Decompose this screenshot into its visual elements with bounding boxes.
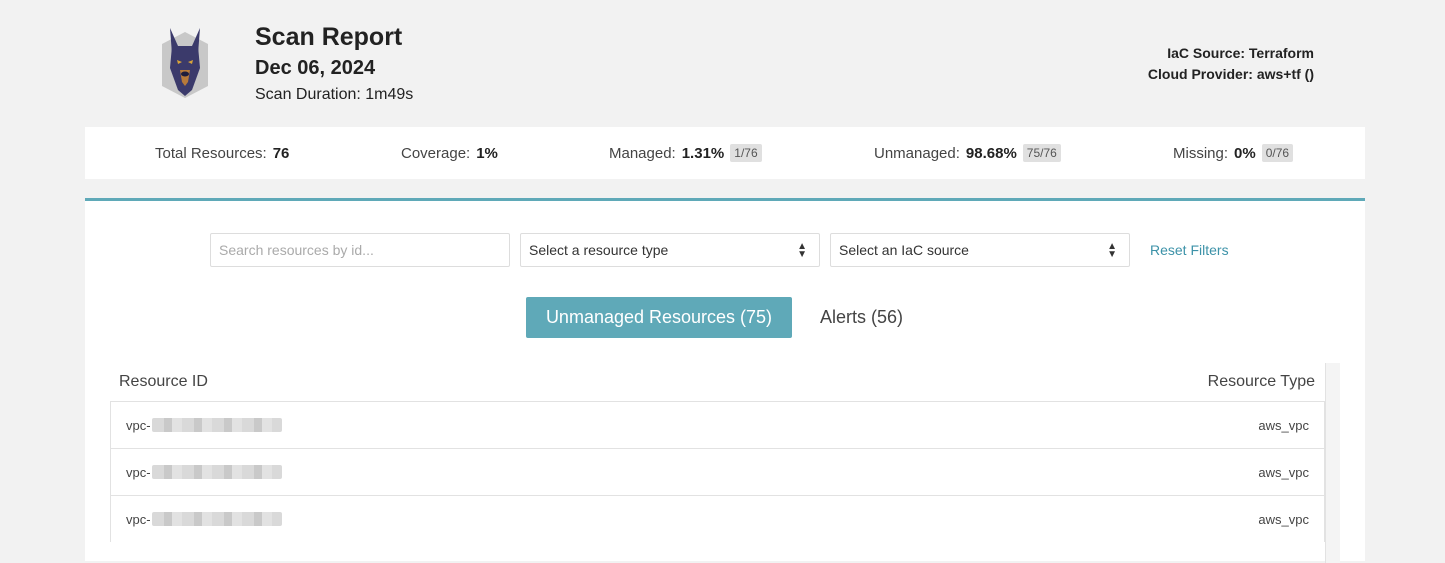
- column-header-resource-id[interactable]: Resource ID: [119, 373, 208, 391]
- stat-value: 76: [272, 144, 290, 162]
- stat-label: Managed:: [609, 144, 676, 162]
- tab-unmanaged-resources[interactable]: Unmanaged Resources (75): [526, 297, 792, 338]
- resources-table: Resource ID Resource Type vpc- aws_vpc v…: [110, 363, 1340, 563]
- resource-type-select[interactable]: Select a resource type ▲ ▼: [520, 233, 820, 267]
- redacted-id: [151, 512, 282, 526]
- page-title: Scan Report: [255, 23, 403, 51]
- resource-id-prefix: vpc-: [126, 417, 151, 433]
- stat-value: 1.31%: [681, 144, 725, 162]
- stat-managed: Managed: 1.31% 1/76: [609, 127, 762, 179]
- stat-label: Missing:: [1173, 144, 1229, 162]
- column-header-resource-type[interactable]: Resource Type: [1208, 373, 1315, 391]
- stat-missing: Missing: 0% 0/76: [1173, 127, 1294, 179]
- table-scrollbar[interactable]: [1325, 363, 1340, 563]
- stat-badge: 1/76: [730, 144, 762, 162]
- stat-value: 0%: [1234, 144, 1256, 162]
- table-header: Resource ID Resource Type: [110, 363, 1325, 401]
- redacted-id: [151, 465, 282, 479]
- search-input[interactable]: Search resources by id...: [210, 233, 510, 267]
- table-row[interactable]: vpc- aws_vpc: [110, 495, 1325, 542]
- cloud-provider-label: Cloud Provider: aws+tf (): [1147, 66, 1314, 82]
- iac-source-select[interactable]: Select an IaC source ▲ ▼: [830, 233, 1130, 267]
- stat-label: Unmanaged:: [874, 144, 960, 162]
- stat-label: Coverage:: [401, 144, 471, 162]
- stat-badge: 0/76: [1261, 144, 1294, 162]
- doberman-logo-icon: [158, 24, 212, 102]
- table-row[interactable]: vpc- aws_vpc: [110, 448, 1325, 495]
- scan-meta: IaC Source: Terraform Cloud Provider: aw…: [1148, 43, 1314, 85]
- redacted-id: [151, 418, 282, 432]
- scan-date: Dec 06, 2024: [255, 57, 376, 79]
- resource-id-cell: vpc-: [126, 465, 282, 480]
- report-header: Scan Report Dec 06, 2024 Scan Duration: …: [0, 0, 1445, 120]
- tab-alerts[interactable]: Alerts (56): [807, 297, 916, 338]
- stat-value: 98.68%: [965, 144, 1017, 162]
- table-row[interactable]: vpc- aws_vpc: [110, 401, 1325, 448]
- stat-value: 1%: [476, 144, 498, 162]
- stat-badge: 75/76: [1022, 144, 1061, 162]
- resource-id-prefix: vpc-: [126, 511, 151, 527]
- resource-type-cell: aws_vpc: [1258, 417, 1309, 433]
- iac-source-label: IaC Source: Terraform: [1167, 45, 1314, 61]
- resource-id-cell: vpc-: [126, 418, 282, 433]
- reset-filters-link[interactable]: Reset Filters: [1150, 242, 1229, 258]
- sort-arrows-icon: ▲ ▼: [1107, 241, 1117, 260]
- scan-duration: Scan Duration: 1m49s: [255, 86, 414, 103]
- stat-unmanaged: Unmanaged: 98.68% 75/76: [874, 127, 1061, 179]
- iac-source-select-value: Select an IaC source: [839, 242, 969, 258]
- resource-type-cell: aws_vpc: [1258, 464, 1309, 480]
- sort-arrows-icon: ▲ ▼: [797, 241, 807, 260]
- resource-type-cell: aws_vpc: [1258, 511, 1309, 527]
- stat-coverage: Coverage: 1%: [401, 127, 498, 179]
- result-tabs: Unmanaged Resources (75) Alerts (56): [85, 297, 1365, 339]
- summary-stats-bar: Total Resources: 76 Coverage: 1% Managed: 1…: [85, 127, 1365, 179]
- stat-total-resources: Total Resources: 76: [155, 127, 289, 179]
- resource-id-cell: vpc-: [126, 512, 282, 527]
- resource-id-prefix: vpc-: [126, 464, 151, 480]
- title-block: Scan Report Dec 06, 2024 Scan Duration: …: [255, 22, 413, 106]
- results-panel: Search resources by id... Select a resou…: [85, 198, 1365, 563]
- stat-label: Total Resources:: [155, 144, 267, 162]
- resource-type-select-value: Select a resource type: [529, 242, 669, 258]
